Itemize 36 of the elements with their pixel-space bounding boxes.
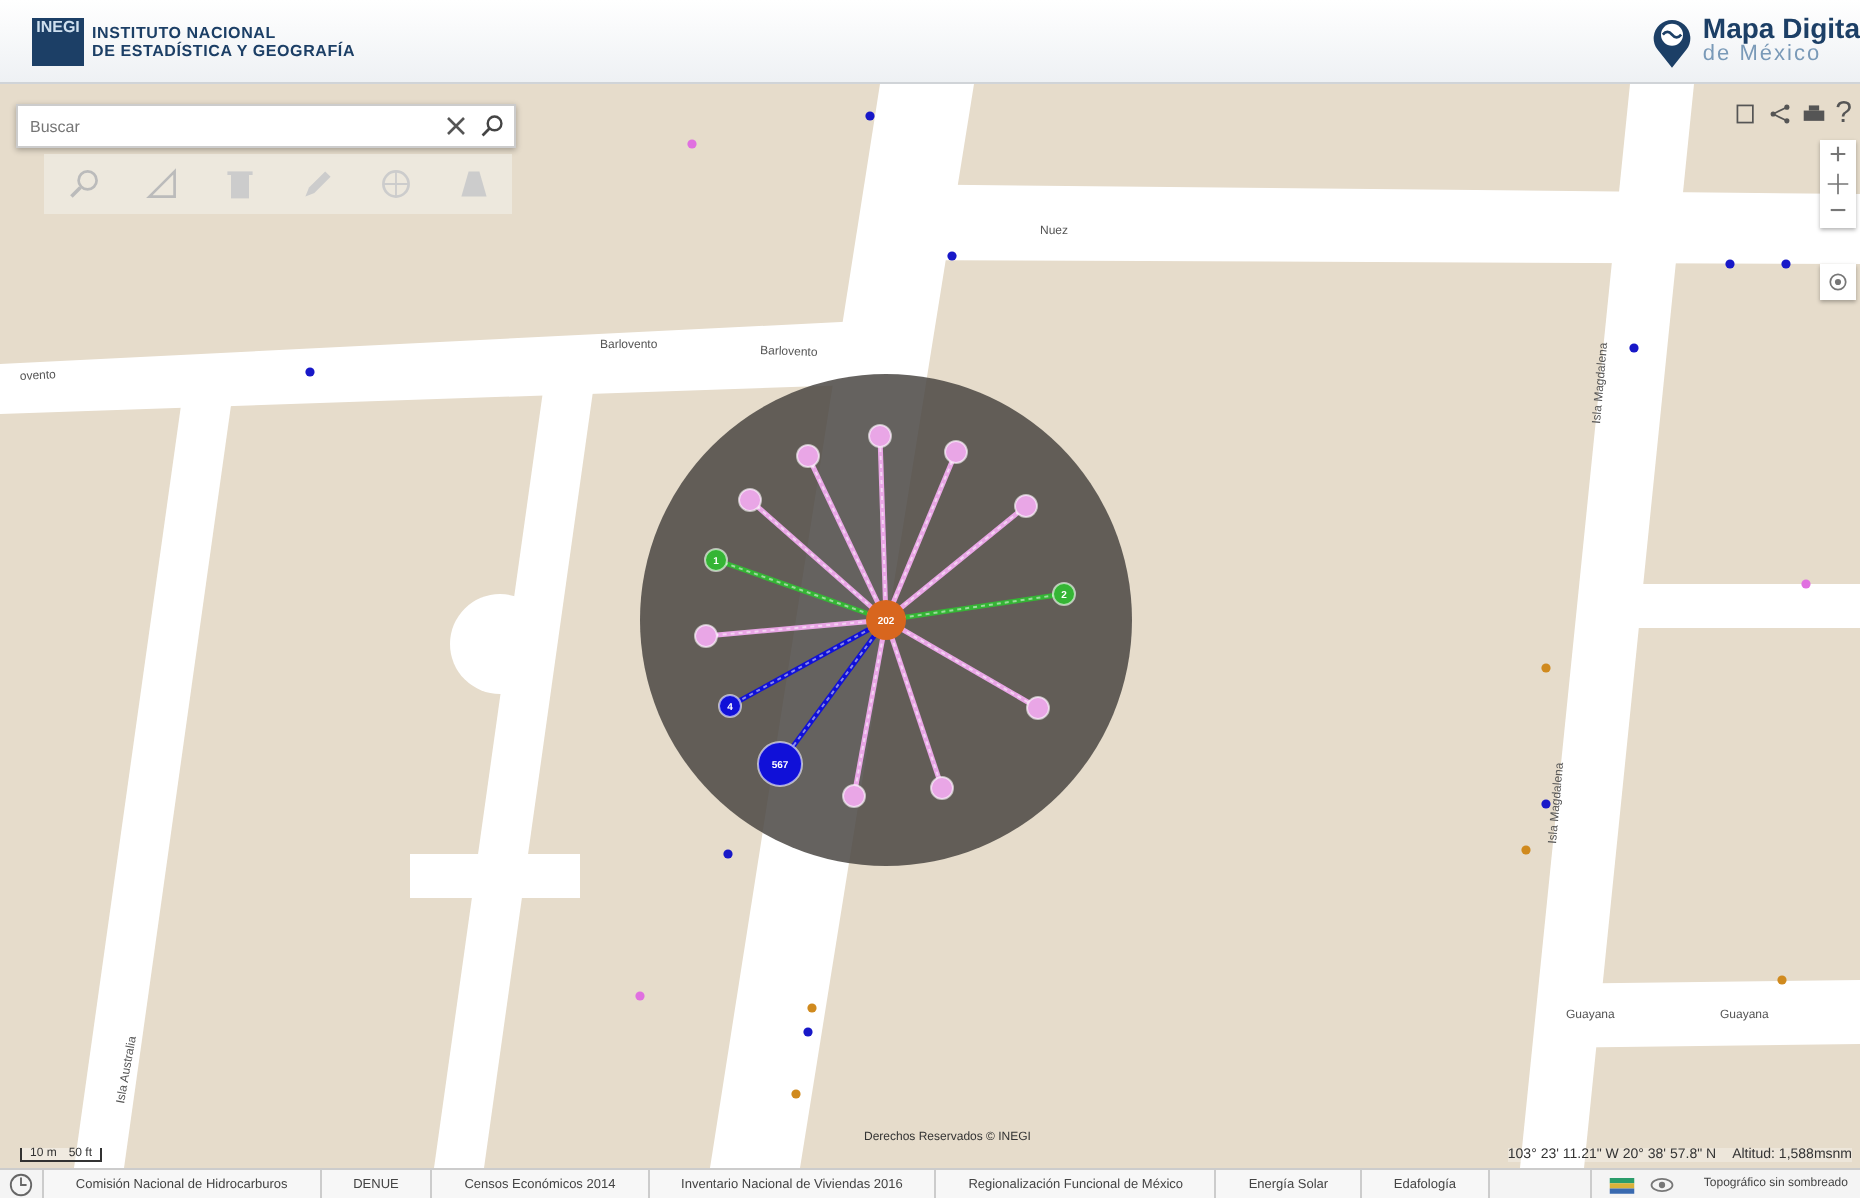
poi-marker[interactable] [723,849,733,859]
org-name: DE ESTADÍSTICA Y GEOGRAFÍA [92,41,356,59]
locate-button[interactable] [1820,264,1856,300]
poi-marker[interactable] [635,991,645,1001]
search-field[interactable]: Buscar [16,104,516,148]
poi-marker[interactable] [1801,579,1811,589]
poi-marker[interactable] [1541,663,1551,673]
app-subtitle: de México [1702,41,1822,67]
zoom-in-button[interactable]: + [1820,140,1856,172]
target-icon [1826,270,1850,294]
clear-icon[interactable] [444,114,468,138]
pan-icon[interactable] [1826,172,1850,196]
poi-marker[interactable] [791,1089,801,1099]
poi-marker[interactable] [1725,259,1735,269]
poi-marker[interactable] [687,139,697,149]
poi-marker[interactable] [1521,845,1531,855]
poi-marker[interactable] [1777,975,1787,985]
app-title: Mapa Digita [1702,15,1860,41]
print-icon[interactable] [1801,101,1826,125]
inegi-logo: INEGI [32,17,84,65]
eye-icon[interactable] [1647,1173,1676,1195]
poi-marker[interactable] [305,367,315,377]
layers-icon[interactable] [1607,1173,1636,1195]
poi-marker[interactable] [807,1003,817,1013]
poi-marker[interactable] [1781,259,1791,269]
clock-icon[interactable] [8,1171,34,1197]
zoom-out-button[interactable]: − [1820,196,1856,228]
poi-marker[interactable] [947,251,957,261]
poi-marker[interactable] [1629,343,1639,353]
poi-marker[interactable] [1541,799,1551,809]
help-button[interactable]: ? [1835,98,1852,128]
poi-marker[interactable] [865,111,875,121]
poi-marker[interactable] [803,1027,813,1037]
share-icon[interactable] [1767,101,1792,125]
org-name: INSTITUTO NACIONAL [92,23,278,41]
search-icon[interactable] [480,114,504,138]
